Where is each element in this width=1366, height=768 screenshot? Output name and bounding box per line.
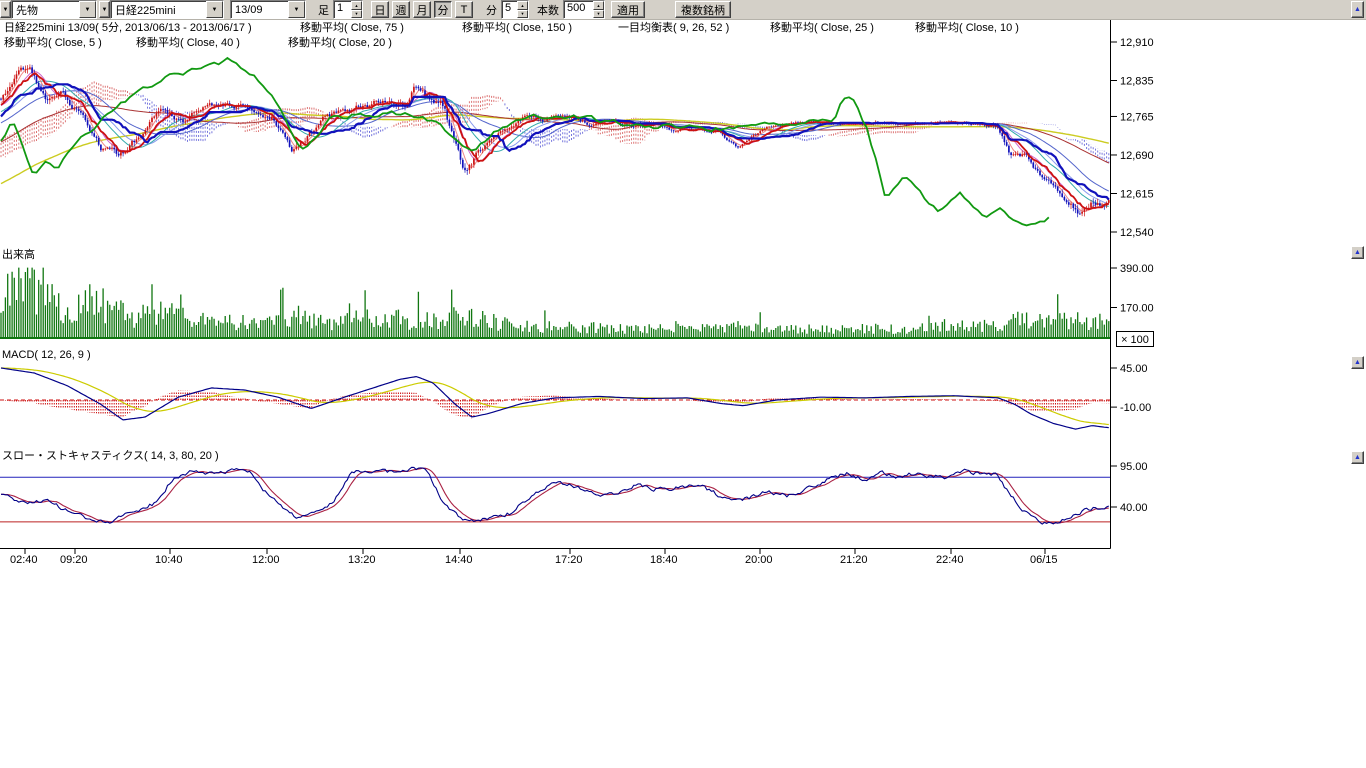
stoch-pane-label: スロー・ストキャスティクス( 14, 3, 80, 20 ) — [2, 449, 219, 462]
time-axis-label: 20:00 — [745, 554, 773, 566]
scroll-up-icon[interactable]: ▲ — [1351, 1, 1364, 18]
bar-type-label: 足 — [318, 2, 329, 18]
axis-tick-label: -10.00 — [1120, 402, 1151, 414]
period-day-button[interactable]: 日 — [371, 1, 389, 18]
indicator-label-ma75: 移動平均( Close, 75 ) — [300, 20, 404, 34]
spin-up-icon[interactable]: ▲ — [593, 1, 604, 10]
time-axis-label: 10:40 — [155, 554, 183, 566]
volume-multiplier-label: × 100 — [1121, 334, 1149, 346]
time-axis-label: 21:20 — [840, 554, 868, 566]
candle-bodies-up — [3, 67, 1109, 213]
time-axis-label: 13:20 — [348, 554, 376, 566]
indicator-label-ma10: 移動平均( Close, 10 ) — [915, 20, 1019, 34]
axis-tick-label: 12,540 — [1120, 227, 1154, 239]
indicator-label-ma150: 移動平均( Close, 150 ) — [462, 20, 572, 34]
ma-5 — [1, 69, 1109, 212]
ichimoku-kijun — [1, 84, 1109, 199]
apply-button[interactable]: 適用 — [611, 1, 645, 18]
volume-pane-scroll-icon[interactable]: ▲ — [1351, 246, 1364, 259]
spin-down-icon[interactable]: ▼ — [351, 10, 362, 19]
candle-wicks-up — [3, 64, 1109, 216]
minute-value: 5 — [502, 1, 517, 18]
contract-select-value: 13/09 — [231, 4, 281, 16]
axis-tick-label: 95.00 — [1120, 461, 1148, 473]
minute-label: 分 — [486, 2, 497, 18]
ichimoku-chikou — [1, 58, 1049, 225]
time-axis-label: 17:20 — [555, 554, 583, 566]
interval-stepper[interactable]: 1 ▲▼ — [333, 0, 363, 19]
period-tick-button[interactable]: T — [455, 1, 473, 18]
indicator-label-ma40: 移動平均( Close, 40 ) — [136, 35, 240, 49]
axis-tick-label: 12,835 — [1120, 76, 1154, 88]
time-axis-label: 09:20 — [60, 554, 88, 566]
contract-select[interactable]: 13/09 ▼ — [230, 0, 306, 19]
chevron-down-icon[interactable]: ▼ — [79, 1, 96, 18]
axis-tick-label: 45.00 — [1120, 363, 1148, 375]
bar-count-stepper[interactable]: 500 ▲▼ — [563, 0, 605, 19]
period-week-button[interactable]: 週 — [392, 1, 410, 18]
axis-tick-label: 12,910 — [1120, 37, 1154, 49]
time-axis-label: 22:40 — [936, 554, 964, 566]
ma-20 — [1, 81, 1109, 206]
toolbar: ▼ 先物 ▼ ▼ 日経225mini ▼ 13/09 ▼ 足 1 ▲▼ 日 週 … — [0, 0, 1366, 20]
time-axis-label: 18:40 — [650, 554, 678, 566]
minute-stepper[interactable]: 5 ▲▼ — [501, 0, 529, 19]
macd-pane-label: MACD( 12, 26, 9 ) — [2, 349, 91, 361]
ma-40 — [1, 91, 1109, 191]
indicator-label-ma20: 移動平均( Close, 20 ) — [288, 35, 392, 49]
interval-value: 1 — [334, 1, 351, 18]
chevron-down-icon[interactable]: ▼ — [288, 1, 305, 18]
market-select-value: 先物 — [12, 2, 56, 18]
spin-down-icon[interactable]: ▼ — [517, 10, 528, 19]
axis-tick-label: 170.00 — [1120, 302, 1154, 314]
symbol-select[interactable]: 日経225mini ▼ — [110, 0, 224, 19]
spin-up-icon[interactable]: ▲ — [351, 1, 362, 10]
axis-tick-label: 12,765 — [1120, 111, 1154, 123]
period-month-button[interactable]: 月 — [413, 1, 431, 18]
stoch-d-line — [1, 468, 1109, 523]
macd-pane-scroll-icon[interactable]: ▲ — [1351, 356, 1364, 369]
bar-count-value: 500 — [564, 1, 593, 18]
ichimoku-tenkan — [1, 73, 1109, 209]
volume-bars — [1, 268, 1109, 338]
indicator-label-ma5: 移動平均( Close, 5 ) — [4, 35, 102, 49]
time-axis-label: 12:00 — [252, 554, 280, 566]
chevron-down-icon[interactable]: ▼ — [99, 1, 110, 18]
indicator-label-ma25: 移動平均( Close, 25 ) — [770, 20, 874, 34]
trading-app-window: 12,910 12,835 12,765 12,690 12,615 12,540 390.… — [0, 0, 1366, 768]
ma-10 — [1, 72, 1109, 209]
ma-25 — [1, 84, 1109, 204]
axis-tick-label: 12,690 — [1120, 150, 1154, 162]
candle-wicks-down — [1, 65, 1104, 217]
bar-count-label: 本数 — [537, 2, 559, 18]
symbol-select-value: 日経225mini — [111, 2, 194, 18]
indicator-label-ichimoku: 一目均衡表( 9, 26, 52 ) — [618, 20, 729, 34]
chart-title: 日経225mini 13/09( 5分, 2013/06/13 - 2013/0… — [4, 21, 252, 34]
axis-tick-label: 12,615 — [1120, 188, 1154, 200]
spin-up-icon[interactable]: ▲ — [517, 1, 528, 10]
candle-bodies-down — [1, 67, 1104, 214]
time-axis-label: 06/15 — [1030, 554, 1058, 566]
spin-down-icon[interactable]: ▼ — [593, 10, 604, 19]
chevron-down-icon[interactable]: ▼ — [0, 1, 11, 18]
stoch-pane-scroll-icon[interactable]: ▲ — [1351, 451, 1364, 464]
volume-pane-label: 出来高 — [2, 247, 35, 261]
time-axis-label: 14:40 — [445, 554, 473, 566]
axis-tick-label: 390.00 — [1120, 263, 1154, 275]
chart-canvas[interactable]: 12,910 12,835 12,765 12,690 12,615 12,540 390.… — [0, 0, 1366, 768]
market-select[interactable]: 先物 ▼ — [11, 0, 97, 19]
multi-symbol-button[interactable]: 複数銘柄 — [675, 1, 731, 18]
macd-histogram — [3, 391, 1109, 419]
axis-tick-label: 40.00 — [1120, 502, 1148, 514]
time-axis-label: 02:40 — [10, 554, 38, 566]
chevron-down-icon[interactable]: ▼ — [206, 1, 223, 18]
period-minute-button[interactable]: 分 — [434, 1, 452, 18]
